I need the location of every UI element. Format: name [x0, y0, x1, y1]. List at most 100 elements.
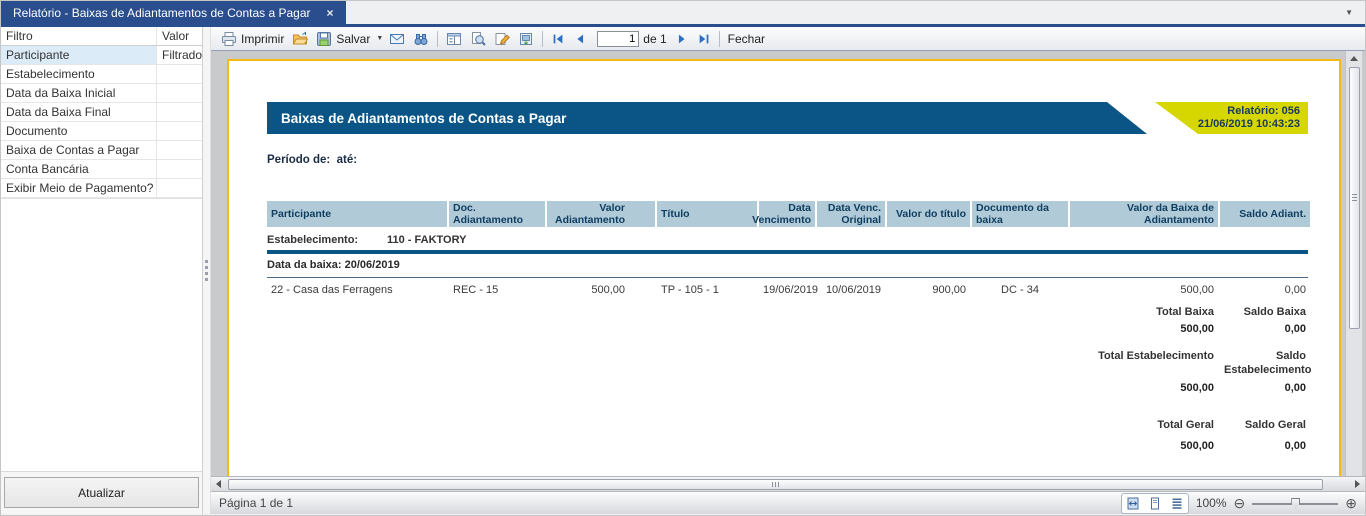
filter-label[interactable]: Conta Bancária	[1, 160, 156, 178]
arrow-up-icon	[1350, 55, 1358, 61]
establishment-row: Estabelecimento: 110 - FAKTORY	[267, 232, 1308, 248]
filter-row-participante[interactable]: Participante Filtrado	[1, 46, 202, 65]
close-report-button[interactable]: Fechar	[724, 30, 769, 48]
arrow-left-icon	[216, 480, 221, 488]
page-width-view-button[interactable]	[1123, 495, 1143, 512]
find-button[interactable]	[409, 29, 433, 49]
zoom-out-button[interactable]: ⊖	[1234, 496, 1246, 510]
edit-button[interactable]	[490, 29, 514, 49]
report-viewer: Imprimir Salvar ▼ 1 de 1 Fechar Baixas d…	[211, 27, 1365, 514]
binoculars-icon	[413, 31, 429, 47]
filter-row-data-baixa-inicial[interactable]: Data da Baixa Inicial	[1, 84, 202, 103]
filter-value[interactable]	[156, 122, 202, 140]
group-header: Data da baixa: 20/06/2019	[267, 259, 400, 271]
filter-value[interactable]: Filtrado	[156, 46, 202, 64]
column-header: Documento da baixa	[972, 201, 1068, 227]
zoom-in-button[interactable]: ⊕	[1345, 496, 1357, 510]
last-page-icon	[697, 32, 711, 46]
viewer-toolbar: Imprimir Salvar ▼ 1 de 1 Fechar	[211, 27, 1365, 51]
tab-relatorio[interactable]: Relatório - Baixas de Adiantamentos de C…	[1, 1, 346, 24]
printer-icon	[221, 31, 237, 47]
vertical-scrollbar[interactable]	[1345, 51, 1362, 476]
saldo-estabelecimento-value: 0,00	[1284, 382, 1306, 394]
zoom-tool-button[interactable]	[466, 29, 490, 49]
report-canvas: Baixas de Adiantamentos de Contas a Paga…	[211, 51, 1365, 491]
scroll-up-button[interactable]	[1347, 51, 1362, 65]
column-header: Valor do título	[887, 201, 970, 227]
totals-estabelecimento-labels: Total Estabelecimento Saldo Estabelecime…	[267, 348, 1311, 378]
saldo-geral-label: Saldo Geral	[1244, 419, 1306, 431]
filter-value[interactable]	[156, 65, 202, 83]
grip-icon	[1351, 194, 1357, 202]
filter-value[interactable]	[156, 141, 202, 159]
filter-value[interactable]	[156, 103, 202, 121]
email-button[interactable]	[385, 29, 409, 49]
filter-row-data-baixa-final[interactable]: Data da Baixa Final	[1, 103, 202, 122]
column-header: Título	[657, 201, 757, 227]
filter-label[interactable]: Estabelecimento	[1, 65, 156, 83]
save-button[interactable]: Salvar	[312, 29, 374, 49]
chevron-down-icon: ▼	[1345, 8, 1353, 17]
update-button[interactable]: Atualizar	[4, 477, 199, 508]
print-label: Imprimir	[241, 31, 285, 46]
scroll-left-button[interactable]	[211, 477, 226, 491]
filter-row-documento[interactable]: Documento	[1, 122, 202, 141]
column-header: Saldo Adiant.	[1220, 201, 1310, 227]
cell-saldo-adiant: 0,00	[1284, 284, 1306, 296]
filter-label[interactable]: Baixa de Contas a Pagar	[1, 141, 156, 159]
filter-row-estabelecimento[interactable]: Estabelecimento	[1, 65, 202, 84]
print-button[interactable]: Imprimir	[217, 29, 288, 49]
filter-label[interactable]: Data da Baixa Inicial	[1, 84, 156, 102]
zoom-slider[interactable]	[1252, 496, 1339, 511]
watermark-button[interactable]	[514, 29, 538, 49]
total-geral-label: Total Geral	[1157, 419, 1214, 431]
panel-splitter[interactable]	[203, 27, 211, 514]
totals-baixa-values: 500,00 0,00	[267, 322, 1308, 336]
filter-row-baixa-contas-pagar[interactable]: Baixa de Contas a Pagar	[1, 141, 202, 160]
horizontal-scroll-thumb[interactable]	[228, 478, 1323, 490]
zoom-slider-thumb[interactable]	[1291, 497, 1301, 509]
open-folder-icon	[292, 31, 309, 47]
filter-label[interactable]: Exibir Meio de Pagamento?	[1, 179, 156, 197]
toolbar-separator	[437, 30, 439, 47]
close-icon[interactable]: ×	[327, 6, 334, 20]
save-dropdown-button[interactable]: ▼	[374, 35, 385, 42]
sidebar-footer: Atualizar	[1, 471, 202, 514]
previous-page-button[interactable]	[569, 30, 591, 48]
period-label: Período de: até:	[267, 154, 358, 166]
page-width-icon	[1127, 497, 1139, 509]
filter-label[interactable]: Participante	[1, 46, 156, 64]
filter-value[interactable]	[156, 160, 202, 178]
filter-label[interactable]: Documento	[1, 122, 156, 140]
tab-overflow-button[interactable]: ▼	[1333, 1, 1365, 24]
filter-row-exibir-meio-pagamento[interactable]: Exibir Meio de Pagamento?	[1, 179, 202, 198]
report-header-band: Baixas de Adiantamentos de Contas a Paga…	[267, 102, 1308, 134]
saldo-geral-value: 0,00	[1284, 440, 1306, 452]
continuous-view-button[interactable]	[1167, 495, 1187, 512]
filter-value[interactable]	[156, 84, 202, 102]
page-info-label: Página 1 de 1	[219, 496, 294, 510]
toolbar-separator	[542, 30, 544, 47]
pencil-icon	[494, 31, 511, 47]
envelope-icon	[389, 31, 405, 47]
filter-label[interactable]: Data da Baixa Final	[1, 103, 156, 121]
document-map-button[interactable]	[442, 29, 466, 49]
column-header: Data Vencimento	[752, 201, 815, 227]
horizontal-scrollbar[interactable]	[211, 476, 1365, 491]
total-baixa-label: Total Baixa	[1156, 306, 1214, 318]
scroll-right-button[interactable]	[1350, 477, 1365, 491]
filter-row-conta-bancaria[interactable]: Conta Bancária	[1, 160, 202, 179]
page-number-input[interactable]	[597, 30, 640, 47]
single-page-view-button[interactable]	[1145, 495, 1165, 512]
next-page-button[interactable]	[671, 30, 693, 48]
single-page-icon	[1150, 497, 1159, 509]
last-page-button[interactable]	[693, 30, 715, 48]
open-button[interactable]	[288, 29, 312, 49]
filter-value[interactable]	[156, 179, 202, 197]
tab-bar: Relatório - Baixas de Adiantamentos de C…	[1, 1, 1365, 27]
total-estabelecimento-value: 500,00	[1180, 382, 1214, 394]
first-page-button[interactable]	[547, 30, 569, 48]
cell-data-vencimento: 19/06/2019	[763, 284, 819, 296]
previous-page-icon	[573, 32, 587, 46]
vertical-scroll-thumb[interactable]	[1348, 67, 1360, 329]
